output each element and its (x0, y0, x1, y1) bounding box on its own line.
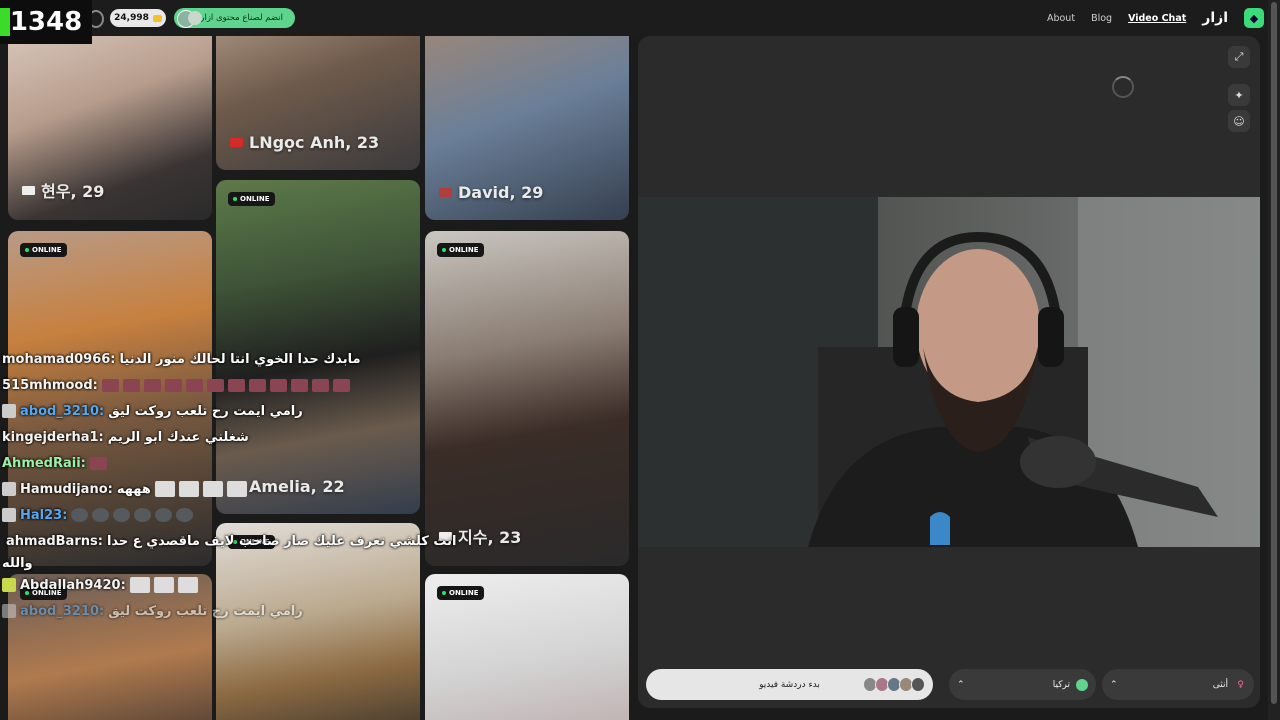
gem-icon (152, 14, 162, 22)
chat-line: kingejderha1: شغلني عندك ابو الريم (2, 429, 249, 445)
chat-line: ahmadBarns: انت كلشي تعرف عليك صار صاحب ل… (6, 533, 457, 549)
emote-icon (129, 577, 150, 593)
badge-icon (2, 508, 16, 522)
badge-icon (2, 578, 16, 592)
emote-icon (290, 378, 308, 392)
emote-icon (164, 378, 182, 392)
emote-icon (155, 508, 173, 522)
remote-video (638, 197, 1260, 547)
join-creators-label: انضم لصناع محتوى ازار (200, 13, 283, 23)
emote-icon (176, 508, 194, 522)
emote-icon (177, 577, 198, 593)
start-video-chat-label: بدء دردشة فيديو (759, 679, 820, 690)
emote-icon (122, 378, 140, 392)
emote-icon (89, 456, 107, 470)
chat-line: والله (2, 555, 33, 571)
video-frame (638, 197, 1260, 547)
emote-icon (311, 378, 329, 392)
coin-balance[interactable]: 24,998 (110, 9, 166, 27)
online-badge: ONLINE (20, 243, 67, 257)
video-chat-panel: ⤢ ✦ ☺ بدء دردشة فيديو ⌃ تركيا ⌃ أنثى ♀ (638, 36, 1260, 708)
chat-line: abod_3210: رامي ايمت رح تلعب روكت ليق (2, 398, 422, 424)
brand-logo-icon[interactable]: ◆ (1244, 8, 1264, 28)
emote-icon (134, 508, 152, 522)
emote-icon (185, 378, 203, 392)
gender-label: أنثى (1212, 679, 1228, 690)
flag-korea-icon (22, 185, 35, 195)
page-scrollbar[interactable] (1268, 0, 1280, 720)
expand-icon[interactable]: ⤢ (1228, 46, 1250, 68)
counter-accent (0, 8, 10, 36)
emote-icon (206, 378, 224, 392)
profile-name: David, 29 (439, 183, 543, 202)
gender-selector[interactable]: ⌃ أنثى ♀ (1102, 669, 1254, 700)
sparkle-filter-icon[interactable]: ✦ (1228, 84, 1250, 106)
emote-icon (154, 481, 175, 497)
online-badge: ONLINE (437, 586, 484, 600)
online-badge: ONLINE (228, 192, 275, 206)
nav-blog[interactable]: Blog (1091, 13, 1112, 24)
chat-line: AhmedRaii: (2, 450, 422, 476)
chat-line: 515mhmood: (2, 372, 422, 398)
female-icon: ♀ (1237, 679, 1244, 690)
emote-icon (143, 378, 161, 392)
emote-icon (332, 378, 350, 392)
profile-card[interactable]: David, 29 (425, 36, 629, 220)
coin-balance-value: 24,998 (114, 13, 149, 23)
profile-name: 현우, 29 (22, 178, 104, 202)
emote-icon (226, 481, 247, 497)
chevron-up-icon: ⌃ (1110, 679, 1118, 690)
emote-icon (178, 481, 199, 497)
sticker-icon[interactable]: ☺ (1228, 110, 1250, 132)
user-avatars (863, 677, 925, 692)
chat-line: Hal23: (2, 502, 422, 528)
emote-icon (202, 481, 223, 497)
online-badge: ONLINE (437, 243, 484, 257)
join-creators-button[interactable]: انضم لصناع محتوى ازار (174, 8, 295, 28)
chat-line: mohamad0966: مابدك حدا الخوي انتا لحالك م… (2, 351, 361, 367)
viewer-count: 1348 (9, 7, 83, 37)
top-nav: About Blog Video Chat ازار ◆ (1047, 8, 1264, 28)
emote-icon (71, 508, 89, 522)
profile-card[interactable]: ONLINE (425, 574, 629, 720)
profile-card[interactable]: ONLINE 지수, 23 (425, 231, 629, 566)
emote-icon (269, 378, 287, 392)
chevron-up-icon: ⌃ (957, 679, 965, 690)
country-selector[interactable]: ⌃ تركيا (949, 669, 1096, 700)
chat-line: abod_3210: رامي ايمت رح تلعب روكت ليق (2, 598, 422, 624)
profile-name: LNgọc Anh, 23 (230, 133, 379, 152)
profile-card[interactable]: LNgọc Anh, 23 (216, 36, 420, 170)
emote-icon (101, 378, 119, 392)
emote-icon (248, 378, 266, 392)
flag-vietnam-icon (230, 138, 243, 147)
badge-icon (2, 482, 16, 496)
viewer-counter: 1348 (0, 0, 92, 44)
nav-about[interactable]: About (1047, 13, 1075, 24)
start-video-chat-button[interactable]: بدء دردشة فيديو (646, 669, 933, 700)
loading-spinner-icon (1112, 76, 1134, 98)
live-chat-overlay: mohamad0966: مابدك حدا الخوي انتا لحالك م… (2, 346, 457, 624)
chat-line: Hamudijano: هههه (2, 476, 422, 502)
chat-line: Abdallah9420: (2, 572, 422, 598)
emote-icon (227, 378, 245, 392)
globe-icon (1076, 678, 1088, 691)
emote-icon (113, 508, 131, 522)
emote-icon (92, 508, 110, 522)
country-label: تركيا (1052, 679, 1070, 690)
emote-icon (153, 577, 174, 593)
profile-card[interactable]: 현우, 29 (8, 36, 212, 220)
badge-icon (2, 404, 16, 418)
flag-usa-icon (439, 188, 452, 197)
badge-icon (2, 604, 16, 618)
nav-video-chat[interactable]: Video Chat (1128, 13, 1186, 24)
creator-avatar (188, 11, 202, 25)
brand-name[interactable]: ازار (1202, 10, 1228, 26)
